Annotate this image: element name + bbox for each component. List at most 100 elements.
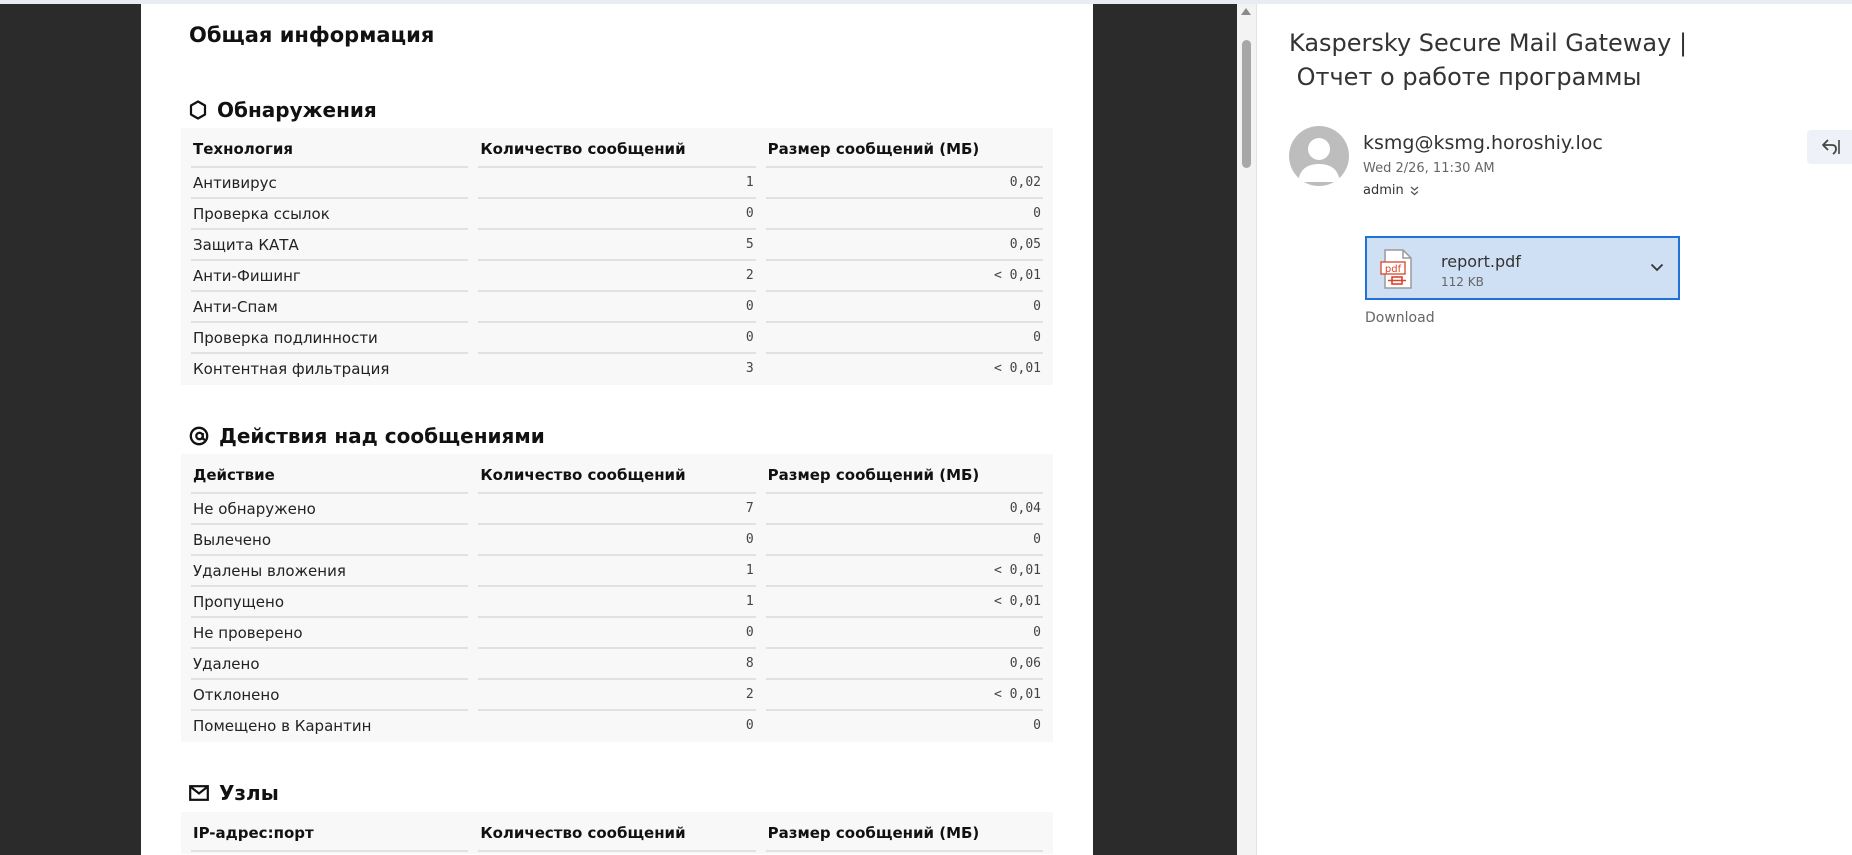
- table-row: Удалено 8 0,06: [191, 649, 1043, 680]
- sender-avatar[interactable]: [1289, 126, 1349, 186]
- viewer-margin-left: [0, 4, 141, 855]
- shield-icon: [189, 100, 207, 120]
- table-row: Контентная фильтрация 3 < 0,01: [191, 354, 1043, 383]
- expand-recipients-icon[interactable]: [1410, 186, 1419, 196]
- message-size: 0: [765, 525, 1043, 556]
- message-count: 0: [478, 618, 756, 649]
- attachment-name: report.pdf: [1441, 252, 1521, 271]
- report-title: Общая информация: [189, 23, 435, 47]
- message-size: 0: [1033, 718, 1041, 733]
- envelope-icon: [189, 785, 209, 801]
- mail-pane: Kaspersky Secure Mail Gateway | Отчет о …: [1257, 4, 1852, 855]
- row-label: Пропущено: [191, 587, 469, 618]
- column-header: Размер сообщений (МБ): [765, 458, 1043, 494]
- svg-text:pdf: pdf: [1385, 264, 1402, 275]
- message-size: 0,05: [765, 230, 1043, 261]
- sender-address[interactable]: ksmg@ksmg.horoshiy.loc: [1363, 132, 1603, 154]
- table-row: Проверка подлинности 0 0: [191, 323, 1043, 354]
- table-row: Помещено в Карантин 0 0: [191, 711, 1043, 740]
- row-label: Контентная фильтрация: [193, 359, 390, 378]
- row-label: Защита КАТА: [191, 230, 469, 261]
- table-row: Защита КАТА 5 0,05: [191, 230, 1043, 261]
- message-count: 0: [478, 199, 756, 230]
- actions-title: Действия над сообщениями: [219, 424, 545, 448]
- message-size: < 0,01: [765, 587, 1043, 618]
- message-count: 0: [478, 525, 756, 556]
- row-label: Вылечено: [191, 525, 469, 556]
- detections-heading: Обнаружения: [189, 98, 377, 122]
- column-header: Размер сообщений (МБ): [765, 816, 1043, 852]
- mail-subject-line1: Kaspersky Secure Mail Gateway |: [1289, 29, 1688, 57]
- table-header-row: Технология Количество сообщений Размер с…: [191, 132, 1043, 168]
- message-size: 0: [765, 292, 1043, 323]
- row-label: Анти-Спам: [191, 292, 469, 323]
- message-count: 2: [478, 680, 756, 711]
- table-row: Анти-Фишинг 2 < 0,01: [191, 261, 1043, 292]
- message-size: 0,06: [765, 649, 1043, 680]
- report-document: Общая информация Обнаружения Технология …: [141, 4, 1093, 855]
- pdf-file-icon: pdf: [1380, 249, 1412, 289]
- at-sign-icon: [189, 426, 209, 446]
- row-label: Отклонено: [191, 680, 469, 711]
- message-count: 0: [745, 718, 754, 733]
- message-count: 0: [478, 323, 756, 354]
- message-count: 0: [478, 292, 756, 323]
- person-icon: [1298, 138, 1340, 182]
- row-label: Удалены вложения: [191, 556, 469, 587]
- nodes-table: IP-адрес:порт Количество сообщений Разме…: [181, 812, 1053, 854]
- scrollbar-thumb[interactable]: [1242, 40, 1251, 168]
- message-count: 3: [745, 361, 754, 376]
- detections-table: Технология Количество сообщений Размер с…: [181, 128, 1053, 385]
- message-size: 0: [765, 323, 1043, 354]
- document-scrollbar[interactable]: [1237, 4, 1256, 855]
- message-count: 5: [478, 230, 756, 261]
- table-row: Антивирус 1 0,02: [191, 168, 1043, 199]
- table-row: Анти-Спам 0 0: [191, 292, 1043, 323]
- row-label: Помещено в Карантин: [193, 716, 372, 735]
- message-count: 8: [478, 649, 756, 680]
- message-size: 0,04: [765, 494, 1043, 525]
- column-header: Технология: [191, 132, 469, 168]
- column-header: Количество сообщений: [478, 132, 756, 168]
- scroll-up-arrow-icon[interactable]: [1241, 8, 1251, 15]
- table-row: Проверка ссылок 0 0: [191, 199, 1043, 230]
- row-label: Проверка подлинности: [191, 323, 469, 354]
- message-size: < 0,01: [765, 261, 1043, 292]
- message-size: 0: [765, 618, 1043, 649]
- message-count: 1: [478, 587, 756, 618]
- reply-button[interactable]: [1807, 130, 1852, 164]
- row-label: Анти-Фишинг: [191, 261, 469, 292]
- reply-icon: [1822, 139, 1840, 155]
- download-link[interactable]: Download: [1365, 310, 1435, 326]
- row-label: Проверка ссылок: [191, 199, 469, 230]
- message-size: < 0,01: [765, 680, 1043, 711]
- table-header-row: Действие Количество сообщений Размер соо…: [191, 458, 1043, 494]
- message-size: < 0,01: [765, 556, 1043, 587]
- mail-subject-line2: Отчет о работе программы: [1289, 63, 1642, 91]
- column-header: Количество сообщений: [478, 458, 756, 494]
- mail-datetime: Wed 2/26, 11:30 AM: [1363, 161, 1495, 176]
- column-header: IP-адрес:порт: [191, 816, 469, 852]
- viewer-margin-right: [1093, 4, 1237, 855]
- row-label: Антивирус: [191, 168, 469, 199]
- attachment-size: 112 KB: [1441, 275, 1484, 289]
- chevron-down-icon[interactable]: [1649, 259, 1665, 275]
- message-count: 7: [478, 494, 756, 525]
- table-row: Не проверено 0 0: [191, 618, 1043, 649]
- message-count: 1: [478, 556, 756, 587]
- message-size: 0,02: [765, 168, 1043, 199]
- row-label: Не проверено: [191, 618, 469, 649]
- mail-subject: Kaspersky Secure Mail Gateway | Отчет о …: [1289, 26, 1687, 94]
- actions-table: Действие Количество сообщений Размер соо…: [181, 454, 1053, 742]
- message-size: < 0,01: [994, 361, 1041, 376]
- column-header: Действие: [191, 458, 469, 494]
- nodes-heading: Узлы: [189, 781, 279, 805]
- table-row: Удалены вложения 1 < 0,01: [191, 556, 1043, 587]
- table-row: Пропущено 1 < 0,01: [191, 587, 1043, 618]
- column-header: Размер сообщений (МБ): [765, 132, 1043, 168]
- recipient-line[interactable]: admin: [1363, 183, 1419, 198]
- attachment-card[interactable]: pdf report.pdf 112 KB: [1365, 236, 1680, 300]
- message-count: 2: [478, 261, 756, 292]
- message-count: 1: [478, 168, 756, 199]
- row-label: Удалено: [191, 649, 469, 680]
